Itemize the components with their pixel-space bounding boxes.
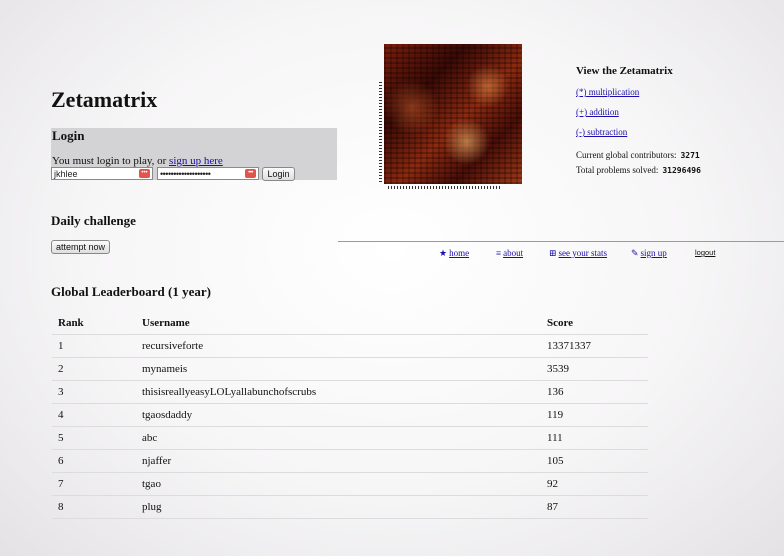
- score-cell: 111: [541, 426, 648, 450]
- daily-challenge-heading: Daily challenge: [51, 213, 136, 228]
- nav-home[interactable]: ★ home: [439, 248, 469, 259]
- leaderboard-header-row: Rank Username Score: [52, 311, 648, 335]
- rank-cell: 7: [52, 472, 136, 496]
- score-cell: 92: [541, 472, 648, 496]
- logout-link[interactable]: logout: [695, 248, 715, 257]
- nav-stats[interactable]: ⊞ see your stats: [549, 248, 607, 259]
- signup-link[interactable]: sign up here: [169, 155, 223, 167]
- rank-cell: 3: [52, 380, 136, 404]
- nav-about[interactable]: ≡ about: [496, 248, 523, 258]
- view-zetamatrix-heading: View the Zetamatrix: [576, 65, 673, 77]
- score-cell: 13371337: [541, 334, 648, 358]
- username-cell: thisisreallyeasyLOLyallabunchofscrubs: [136, 380, 541, 404]
- username-value: jkhlee: [54, 169, 78, 179]
- rank-cell: 4: [52, 403, 136, 427]
- score-column-header: Score: [541, 311, 648, 335]
- problems-stat: Total problems solved: 31296496: [576, 165, 701, 175]
- rank-cell: 8: [52, 495, 136, 519]
- username-cell: plug: [136, 495, 541, 519]
- score-cell: 105: [541, 449, 648, 473]
- nav-divider: [338, 241, 784, 242]
- contributors-label: Current global contributors:: [576, 150, 677, 160]
- nav-about-link[interactable]: about: [503, 248, 523, 258]
- username-cell: tgaosdaddy: [136, 403, 541, 427]
- table-row: 6 njaffer 105: [52, 449, 648, 473]
- nav-stats-link[interactable]: see your stats: [559, 248, 608, 258]
- stats-icon: ⊞: [549, 248, 557, 258]
- problems-value: 31296496: [662, 166, 701, 175]
- zetamatrix-visualization: [378, 42, 528, 190]
- password-field[interactable]: ••••••••••••••••••• •••: [157, 167, 259, 180]
- score-cell: 119: [541, 403, 648, 427]
- score-cell: 3539: [541, 357, 648, 381]
- login-panel: Login You must login to play, or sign up…: [51, 128, 337, 181]
- password-manager-icon[interactable]: •••: [245, 169, 256, 178]
- table-row: 4 tgaosdaddy 119: [52, 403, 648, 427]
- rank-cell: 1: [52, 334, 136, 358]
- nav-signup[interactable]: ✎ sign up: [631, 248, 667, 259]
- rank-cell: 2: [52, 357, 136, 381]
- rank-cell: 6: [52, 449, 136, 473]
- rank-column-header: Rank: [52, 311, 136, 335]
- username-column-header: Username: [136, 311, 541, 335]
- nav-home-link[interactable]: home: [449, 248, 469, 258]
- username-cell: tgao: [136, 472, 541, 496]
- login-message: You must login to play, or sign up here: [52, 155, 223, 167]
- pencil-icon: ✎: [631, 248, 639, 258]
- site-title: Zetamatrix: [51, 87, 158, 112]
- table-row: 3 thisisreallyeasyLOLyallabunchofscrubs …: [52, 380, 648, 404]
- score-cell: 87: [541, 495, 648, 519]
- username-field[interactable]: jkhlee •••: [51, 167, 153, 180]
- info-icon: ≡: [496, 248, 502, 258]
- table-row: 2 mynameis 3539: [52, 357, 648, 381]
- contributors-stat: Current global contributors: 3271: [576, 150, 700, 160]
- addition-link[interactable]: (+) addition: [576, 107, 619, 117]
- username-cell: mynameis: [136, 357, 541, 381]
- login-heading: Login: [52, 128, 85, 143]
- matrix-axis-left: [379, 82, 382, 182]
- subtraction-link[interactable]: (-) subtraction: [576, 127, 627, 137]
- table-row: 8 plug 87: [52, 495, 648, 519]
- rank-cell: 5: [52, 426, 136, 450]
- username-cell: recursiveforte: [136, 334, 541, 358]
- username-cell: njaffer: [136, 449, 541, 473]
- password-manager-icon[interactable]: •••: [139, 169, 150, 178]
- table-row: 5 abc 111: [52, 426, 648, 450]
- attempt-now-button[interactable]: attempt now: [51, 240, 110, 254]
- star-icon: ★: [439, 248, 448, 258]
- score-cell: 136: [541, 380, 648, 404]
- table-row: 1 recursiveforte 13371337: [52, 334, 648, 358]
- leaderboard-heading: Global Leaderboard (1 year): [51, 284, 211, 299]
- problems-label: Total problems solved:: [576, 165, 659, 175]
- login-button[interactable]: Login: [262, 167, 295, 181]
- login-message-text: You must login to play, or: [52, 155, 167, 167]
- multiplication-link[interactable]: (*) multiplication: [576, 87, 639, 97]
- matrix-axis-bottom: [388, 186, 502, 189]
- table-row: 7 tgao 92: [52, 472, 648, 496]
- username-cell: abc: [136, 426, 541, 450]
- nav-signup-link[interactable]: sign up: [641, 248, 667, 258]
- zetamatrix-heatmap: [384, 44, 522, 184]
- password-value: •••••••••••••••••••: [160, 169, 211, 179]
- leaderboard-table: Rank Username Score 1 recursiveforte 133…: [52, 311, 648, 519]
- contributors-value: 3271: [680, 151, 700, 160]
